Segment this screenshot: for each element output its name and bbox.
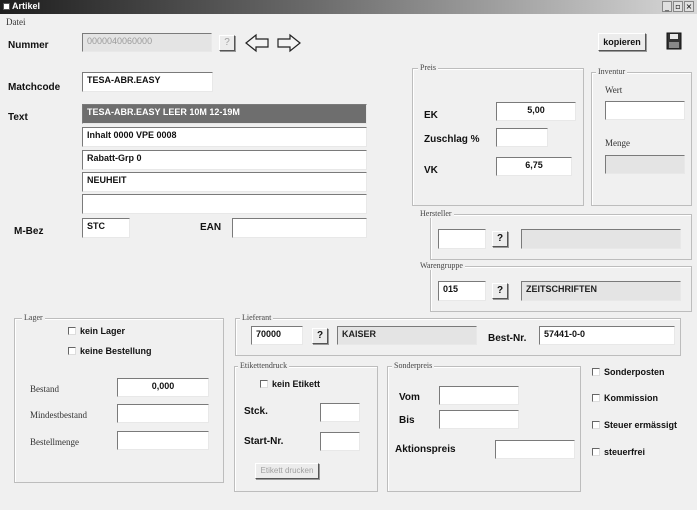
zuschlag-label: Zuschlag % [424, 134, 480, 145]
kein-lager-checkbox[interactable]: kein Lager [68, 326, 125, 336]
steuer-ermaessigt-checkbox[interactable]: Steuer ermässigt [592, 420, 677, 430]
etikettendruck-group-title: Etikettendruck [238, 361, 290, 370]
window-icon [3, 3, 10, 10]
etikett-drucken-button[interactable]: Etikett drucken [255, 463, 319, 479]
lager-group [14, 318, 224, 483]
ean-label: EAN [200, 222, 222, 233]
hersteller-group-title: Hersteller [418, 209, 454, 218]
text-line-1[interactable]: TESA-ABR.EASY LEER 10M 12-19M [82, 104, 367, 124]
mindestbestand-label: Mindestbestand [30, 410, 87, 420]
inventur-group-title: Inventur [596, 67, 628, 76]
kein-etikett-checkbox[interactable]: kein Etikett [260, 379, 320, 389]
nummer-lookup-button[interactable]: ? [219, 35, 235, 51]
next-record-arrow-icon[interactable] [276, 33, 302, 56]
sonderpreis-group-title: Sonderpreis [392, 361, 435, 370]
keine-bestellung-checkbox[interactable]: keine Bestellung [68, 346, 152, 356]
lieferant-lookup-button[interactable]: ? [312, 328, 328, 344]
lieferant-group-title: Lieferant [240, 313, 274, 322]
sonderpreis-group [387, 366, 581, 492]
stck-label: Stck. [244, 406, 268, 417]
vk-field[interactable]: 6,75 [496, 157, 572, 176]
steuer-ermaessigt-checkbox-box[interactable] [592, 421, 600, 429]
vom-label: Vom [399, 392, 420, 403]
bestnr-field[interactable]: 57441-0-0 [539, 326, 675, 345]
text-line-4[interactable]: NEUHEIT [82, 172, 367, 192]
kommission-label: Kommission [604, 393, 659, 403]
bis-label: Bis [399, 415, 415, 426]
text-line-3[interactable]: Rabatt-Grp 0 [82, 150, 367, 170]
mbez-label: M-Bez [14, 226, 44, 237]
bestellmenge-field[interactable] [117, 431, 209, 450]
lieferant-name-field: KAISER [337, 326, 477, 345]
warengruppe-name-field: ZEITSCHRIFTEN [521, 281, 681, 301]
hersteller-code-field[interactable] [438, 229, 486, 249]
bestand-field[interactable]: 0,000 [117, 378, 209, 397]
text-line-2[interactable]: Inhalt 0000 VPE 0008 [82, 127, 367, 147]
bestellmenge-label: Bestellmenge [30, 437, 79, 447]
warengruppe-group-title: Warengruppe [418, 261, 465, 270]
title-bar [0, 0, 697, 14]
restore-button[interactable]: ▫ [673, 1, 683, 12]
text-label: Text [8, 112, 28, 123]
kein-lager-label: kein Lager [80, 326, 126, 336]
warengruppe-lookup-button[interactable]: ? [492, 283, 508, 299]
matchcode-field[interactable]: TESA-ABR.EASY [82, 72, 213, 92]
kopieren-button[interactable]: kopieren [598, 33, 646, 51]
menu-datei[interactable]: Datei [6, 17, 26, 27]
warengruppe-code-field[interactable]: 015 [438, 281, 486, 301]
kommission-checkbox[interactable]: Kommission [592, 393, 658, 403]
stck-field[interactable] [320, 403, 360, 422]
lieferant-code-field[interactable]: 70000 [251, 326, 303, 345]
keine-bestellung-checkbox-box[interactable] [68, 347, 76, 355]
window-controls: _ ▫ × [662, 1, 694, 12]
keine-bestellung-label: keine Bestellung [80, 346, 152, 356]
bestnr-label: Best-Nr. [488, 333, 527, 344]
menge-field[interactable] [605, 155, 685, 174]
nummer-field[interactable]: 0000040060000 [82, 33, 212, 52]
menge-label: Menge [605, 138, 630, 148]
minimize-button[interactable]: _ [662, 1, 672, 12]
ean-field[interactable] [232, 218, 367, 238]
startnr-label: Start-Nr. [244, 436, 284, 447]
ek-label: EK [424, 110, 438, 121]
text-line-5[interactable] [82, 194, 367, 214]
mbez-field[interactable]: STC [82, 218, 130, 238]
previous-record-arrow-icon[interactable] [244, 33, 270, 56]
lager-group-title: Lager [22, 313, 45, 322]
sonderposten-checkbox[interactable]: Sonderposten [592, 367, 665, 377]
hersteller-name-field [521, 229, 681, 249]
save-disk-icon[interactable] [666, 32, 682, 53]
bestand-label: Bestand [30, 384, 59, 394]
preis-group-title: Preis [418, 63, 438, 72]
ek-field[interactable]: 5,00 [496, 102, 576, 121]
window-title: Artikel [12, 1, 41, 11]
vk-label: VK [424, 165, 438, 176]
steuer-ermaessigt-label: Steuer ermässigt [604, 420, 678, 430]
hersteller-lookup-button[interactable]: ? [492, 231, 508, 247]
bis-field[interactable] [439, 410, 519, 429]
wert-field[interactable] [605, 101, 685, 120]
steuerfrei-checkbox[interactable]: steuerfrei [592, 447, 645, 457]
steuerfrei-label: steuerfrei [604, 447, 646, 457]
kein-etikett-checkbox-box[interactable] [260, 380, 268, 388]
kommission-checkbox-box[interactable] [592, 394, 600, 402]
nummer-label: Nummer [8, 40, 49, 51]
kein-lager-checkbox-box[interactable] [68, 327, 76, 335]
aktionspreis-label: Aktionspreis [395, 444, 456, 455]
zuschlag-field[interactable] [496, 128, 548, 147]
vom-field[interactable] [439, 386, 519, 405]
startnr-field[interactable] [320, 432, 360, 451]
mindestbestand-field[interactable] [117, 404, 209, 423]
matchcode-label: Matchcode [8, 82, 61, 93]
sonderposten-checkbox-box[interactable] [592, 368, 600, 376]
kein-etikett-label: kein Etikett [272, 379, 321, 389]
wert-label: Wert [605, 85, 623, 95]
steuerfrei-checkbox-box[interactable] [592, 448, 600, 456]
sonderposten-label: Sonderposten [604, 367, 665, 377]
aktionspreis-field[interactable] [495, 440, 575, 459]
close-button[interactable]: × [684, 1, 694, 12]
